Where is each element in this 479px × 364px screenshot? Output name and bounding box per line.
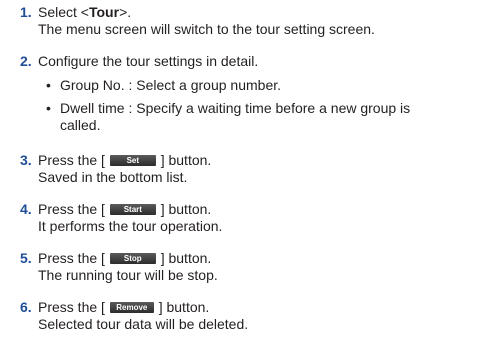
step-2: 2. Configure the tour settings in detail… [20,53,475,70]
step-instruction: Press the [ Stop ] button. [38,250,211,267]
set-button: Set [109,154,156,166]
step-number: 1. [20,4,32,20]
step-number: 4. [20,201,32,217]
step-number: 3. [20,152,32,168]
bullet-text-continuation: called. [60,117,101,133]
step-4: 4. Press the [ Start ] button. It perfor… [20,201,475,235]
step-text-suffix: ] button. [160,152,212,168]
remove-button: Remove [109,301,154,313]
step-text-prefix: Press the [ [38,152,105,168]
step-instruction: Press the [ Set ] button. [38,152,211,169]
step-description: It performs the tour operation. [38,218,223,234]
bullet-dwell-time: • Dwell time : Specify a waiting time be… [20,100,475,134]
step-instruction: Select <Tour>. [38,4,131,21]
step-text-suffix: ] button. [160,250,212,266]
instruction-document: 1. Select <Tour>. The menu screen will s… [0,0,479,364]
bullet-dot: • [46,100,51,116]
step-3: 3. Press the [ Set ] button. Saved in th… [20,152,475,186]
step-text-prefix: Press the [ [38,299,105,315]
step-text-prefix: Press the [ [38,250,105,266]
step-description: The menu screen will switch to the tour … [38,21,375,37]
step-text-prefix: Select < [38,4,89,20]
step-text-suffix: >. [119,4,132,20]
step-number: 2. [20,53,32,69]
step-text-prefix: Press the [ [38,201,105,217]
bullet-text: Group No. : Select a group number. [60,77,282,93]
step-5: 5. Press the [ Stop ] button. The runnin… [20,250,475,284]
step-text-suffix: ] button. [158,299,210,315]
step-1: 1. Select <Tour>. The menu screen will s… [20,4,475,38]
stop-button: Stop [109,252,156,264]
bullet-text: Dwell time : Specify a waiting time befo… [60,100,411,116]
step-number: 6. [20,299,32,315]
step-instruction: Press the [ Start ] button. [38,201,211,218]
bullet-dot: • [46,77,51,93]
start-button: Start [109,203,156,215]
step-instruction: Configure the tour settings in detail. [38,53,259,69]
menu-name-tour: Tour [88,4,120,20]
bullet-group-no: • Group No. : Select a group number. [20,77,475,94]
step-number: 5. [20,250,32,266]
step-text-suffix: ] button. [160,201,212,217]
step-6: 6. Press the [ Remove ] button. Selected… [20,299,475,333]
step-description: Saved in the bottom list. [38,169,188,185]
step-description: The running tour will be stop. [38,267,218,283]
step-instruction: Press the [ Remove ] button. [38,299,209,316]
step-description: Selected tour data will be deleted. [38,316,249,332]
